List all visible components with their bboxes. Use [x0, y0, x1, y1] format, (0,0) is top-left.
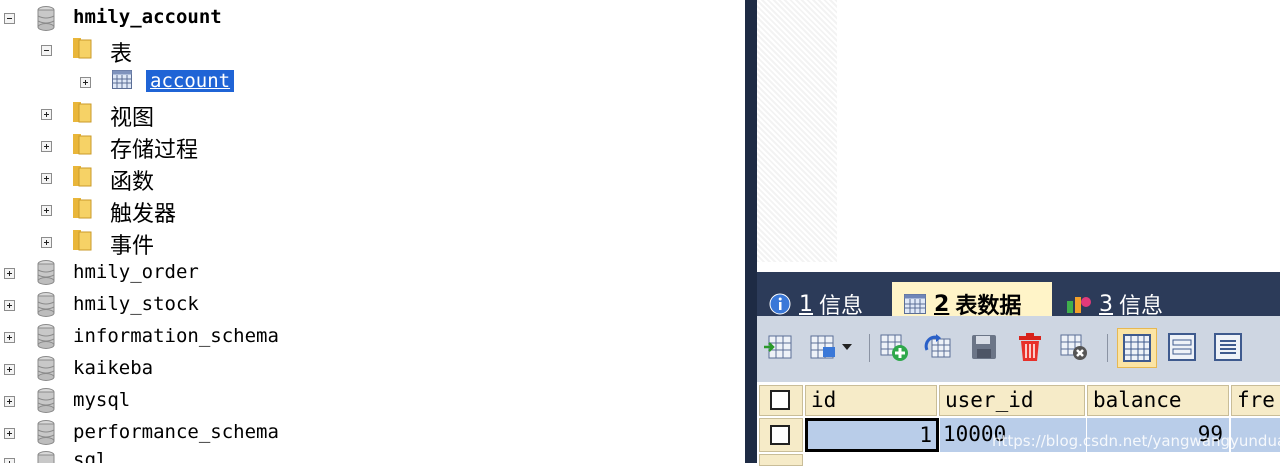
toolbar-separator: [1107, 334, 1108, 362]
database-label[interactable]: kaikeba: [73, 357, 153, 379]
folder-icon: [73, 134, 92, 155]
column-header-balance[interactable]: balance: [1087, 385, 1229, 416]
column-header-fre[interactable]: fre: [1231, 385, 1280, 416]
info-colored-icon: [1067, 297, 1091, 313]
trash-icon: [1019, 333, 1041, 361]
column-header-id[interactable]: id: [805, 385, 937, 416]
select-all-header[interactable]: [759, 385, 803, 416]
editor-gutter: [757, 0, 837, 262]
tab-number: 2: [934, 291, 950, 317]
table-cell-id[interactable]: 1: [805, 418, 939, 452]
database-icon: [37, 260, 55, 285]
database-icon: [37, 6, 55, 31]
database-label[interactable]: hmily_stock: [73, 293, 199, 315]
collapse-toggle-tables[interactable]: [41, 45, 52, 56]
folder-icon: [73, 230, 92, 251]
expand-toggle-db[interactable]: [4, 332, 15, 343]
database-label[interactable]: hmily_order: [73, 261, 199, 283]
form-view-icon: [1168, 333, 1196, 361]
folder-icon: [73, 38, 92, 59]
table-icon: [904, 294, 926, 314]
database-icon: [37, 420, 55, 445]
database-label[interactable]: sql: [73, 449, 107, 463]
database-icon: [37, 292, 55, 317]
grid-cancel-icon: [1060, 334, 1087, 360]
row-checkbox[interactable]: [770, 425, 790, 445]
folder-icon: [73, 102, 92, 123]
database-icon: [37, 324, 55, 349]
refresh-button[interactable]: [921, 330, 955, 364]
save-button[interactable]: [967, 330, 1001, 364]
table-label-account[interactable]: account: [146, 70, 235, 92]
grid-view-button[interactable]: [1117, 328, 1157, 368]
expand-toggle-views[interactable]: [41, 109, 52, 120]
tab-number: 3: [1099, 291, 1113, 317]
tab-number: 1: [799, 291, 813, 317]
row-selector[interactable]: [759, 418, 803, 452]
refresh-icon: [924, 334, 951, 358]
folder-label-triggers[interactable]: 触发器: [110, 196, 176, 228]
grid-import-icon: [810, 335, 835, 359]
folder-label-tables[interactable]: 表: [110, 36, 132, 68]
database-label[interactable]: mysql: [73, 389, 130, 411]
text-view-icon: [1214, 333, 1242, 361]
toolbar-separator: [869, 334, 870, 362]
expand-toggle-events[interactable]: [41, 237, 52, 248]
expand-toggle-account[interactable]: [80, 77, 91, 88]
expand-toggle-triggers[interactable]: [41, 205, 52, 216]
info-icon: [769, 293, 791, 315]
result-tab-bar: 1 信息 2 表数据 3 信息: [757, 262, 1280, 326]
save-icon: [972, 335, 996, 359]
import-dropdown-button[interactable]: [803, 330, 859, 364]
watermark-text: https://blog.csdn.net/yangwangyunduan: [992, 432, 1280, 450]
query-editor[interactable]: [757, 0, 1280, 262]
database-icon: [37, 451, 55, 463]
folder-label-events[interactable]: 事件: [110, 228, 154, 260]
export-grid-button[interactable]: [761, 330, 795, 364]
cancel-changes-button[interactable]: [1057, 330, 1091, 364]
delete-row-button[interactable]: [1013, 330, 1047, 364]
database-label-hmily-account[interactable]: hmily_account: [73, 6, 222, 28]
expand-toggle-db[interactable]: [4, 300, 15, 311]
expand-toggle-db[interactable]: [4, 396, 15, 407]
expand-toggle-procedures[interactable]: [41, 141, 52, 152]
database-icon: [37, 356, 55, 381]
grid-export-icon: [764, 335, 792, 359]
object-browser-tree: hmily_account 表 account 视图 存储过程 函数 触发器 事…: [0, 0, 745, 463]
column-header-user-id[interactable]: user_id: [939, 385, 1085, 416]
grid-view-icon: [1123, 334, 1151, 362]
folder-label-procedures[interactable]: 存储过程: [110, 132, 198, 164]
chevron-down-icon: [842, 344, 852, 350]
folder-label-views[interactable]: 视图: [110, 100, 154, 132]
row-selector[interactable]: [759, 454, 803, 466]
expand-toggle-db[interactable]: [4, 458, 15, 463]
select-all-checkbox[interactable]: [770, 390, 790, 410]
expand-toggle-db[interactable]: [4, 268, 15, 279]
folder-icon: [73, 198, 92, 219]
expand-toggle-functions[interactable]: [41, 173, 52, 184]
insert-row-button[interactable]: [877, 330, 911, 364]
database-label[interactable]: information_schema: [73, 325, 279, 347]
table-icon: [112, 70, 132, 89]
text-view-button[interactable]: [1211, 330, 1245, 364]
result-grid[interactable]: id user_id balance fre 1 10000 99: [757, 382, 1280, 466]
folder-icon: [73, 166, 92, 187]
right-panel: 1 信息 2 表数据 3 信息 id user_id balance fre 1…: [757, 0, 1280, 466]
add-row-icon: [880, 334, 908, 361]
panel-splitter[interactable]: [745, 0, 757, 463]
database-label[interactable]: performance_schema: [73, 421, 279, 443]
database-icon: [37, 388, 55, 413]
collapse-toggle-hmily-account[interactable]: [4, 13, 15, 24]
expand-toggle-db[interactable]: [4, 428, 15, 439]
data-toolbar: [757, 316, 1280, 382]
expand-toggle-db[interactable]: [4, 364, 15, 375]
form-view-button[interactable]: [1165, 330, 1199, 364]
folder-label-functions[interactable]: 函数: [110, 164, 154, 196]
